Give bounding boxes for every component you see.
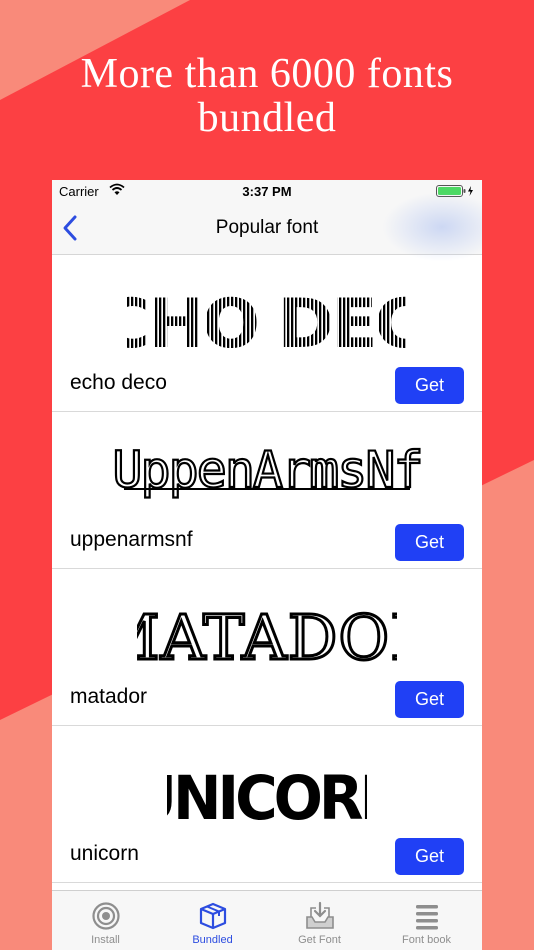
tab-bar: Install Bundled Get Font Font book bbox=[52, 890, 482, 950]
font-preview-echo-deco: ECHO DECO bbox=[52, 275, 482, 365]
font-row-echo-deco[interactable]: ECHO DECO echo deco Get bbox=[52, 255, 482, 412]
promo-headline-line2: bundled bbox=[197, 95, 337, 141]
font-name-label: echo deco bbox=[70, 371, 167, 394]
tab-label: Install bbox=[91, 934, 120, 946]
target-icon bbox=[92, 902, 120, 930]
phone-screen: Carrier 3:37 PM Popular font HO DEC echo… bbox=[52, 180, 482, 950]
font-name-label: unicorn bbox=[70, 842, 139, 865]
tab-install[interactable]: Install bbox=[52, 891, 159, 950]
tab-font-book[interactable]: Font book bbox=[373, 891, 480, 950]
get-button[interactable]: Get bbox=[395, 681, 464, 718]
font-name-label: uppenarmsnf bbox=[70, 528, 193, 551]
font-preview-uppenarmsnf: UppenArmsNf bbox=[52, 432, 482, 522]
page-title: Popular font bbox=[215, 217, 319, 238]
font-row-matador[interactable]: MATADOR matador Get bbox=[52, 569, 482, 726]
get-button[interactable]: Get bbox=[395, 838, 464, 875]
tab-get-font[interactable]: Get Font bbox=[266, 891, 373, 950]
tab-label: Get Font bbox=[298, 934, 341, 946]
list-icon bbox=[416, 905, 438, 930]
font-name-label: matador bbox=[70, 685, 148, 708]
font-preview-text: MATADOR bbox=[137, 601, 397, 669]
tab-bundled[interactable]: Bundled bbox=[159, 891, 266, 950]
font-row-unicorn[interactable]: UNICORN unicorn Get bbox=[52, 726, 482, 883]
navigation-bar: Popular font bbox=[52, 192, 482, 262]
get-button[interactable]: Get bbox=[395, 524, 464, 561]
font-list: ECHO DECO echo deco Get UppenArmsNf uppe… bbox=[52, 255, 482, 883]
download-tray-icon bbox=[306, 901, 334, 929]
font-preview-text: UppenArmsNf bbox=[112, 441, 421, 499]
tab-label: Font book bbox=[402, 934, 451, 946]
tab-label: Bundled bbox=[192, 934, 233, 946]
font-preview-text: UNICORN bbox=[167, 764, 367, 826]
promo-headline-line1: More than 6000 fonts bbox=[80, 51, 454, 97]
font-row-uppenarmsnf[interactable]: UppenArmsNf uppenarmsnf Get bbox=[52, 412, 482, 569]
font-preview-matador: MATADOR bbox=[52, 589, 482, 679]
promo-headline: More than 6000 fonts bundled bbox=[0, 52, 534, 140]
get-button[interactable]: Get bbox=[395, 367, 464, 404]
font-preview-unicorn: UNICORN bbox=[52, 746, 482, 836]
box-icon bbox=[199, 902, 227, 930]
font-preview-text: ECHO DECO bbox=[127, 285, 407, 355]
